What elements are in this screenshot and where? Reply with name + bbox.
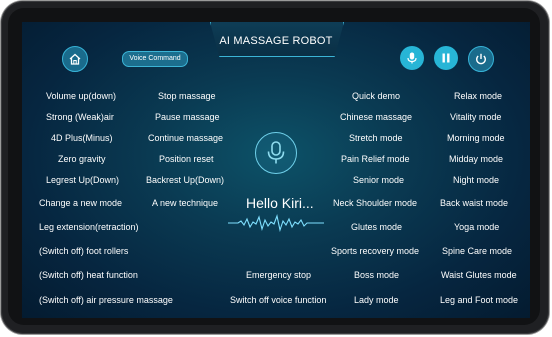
mode-lady[interactable]: Lady mode xyxy=(354,295,399,306)
app-title: AI MASSAGE ROBOT xyxy=(219,35,333,47)
command-change-mode[interactable]: Change a new mode xyxy=(39,198,122,209)
command-backrest[interactable]: Backrest Up(Down) xyxy=(146,175,224,186)
mode-neck-shoulder[interactable]: Neck Shoulder mode xyxy=(333,198,417,209)
home-button[interactable] xyxy=(62,46,88,72)
voice-mic-button[interactable] xyxy=(255,132,297,174)
command-volume[interactable]: Volume up(down) xyxy=(46,91,116,102)
microphone-icon xyxy=(407,52,417,64)
mode-back-waist[interactable]: Back waist mode xyxy=(440,198,508,209)
mode-stretch[interactable]: Stretch mode xyxy=(349,133,403,144)
command-4d[interactable]: 4D Plus(Minus) xyxy=(51,133,113,144)
command-new-technique[interactable]: A new technique xyxy=(152,198,218,209)
mode-senior[interactable]: Senior mode xyxy=(353,175,404,186)
pause-icon xyxy=(442,53,450,63)
mode-midday[interactable]: Midday mode xyxy=(449,154,503,165)
command-heat[interactable]: (Switch off) heat function xyxy=(39,270,138,281)
command-air-strength[interactable]: Strong (Weak)air xyxy=(46,112,114,123)
mode-yoga[interactable]: Yoga mode xyxy=(454,222,499,233)
mode-spine-care[interactable]: Spine Care mode xyxy=(442,246,512,257)
power-button[interactable] xyxy=(468,46,494,72)
sound-wave-icon xyxy=(228,214,324,232)
mode-boss[interactable]: Boss mode xyxy=(354,270,399,281)
command-leg-extension[interactable]: Leg extension(retraction) xyxy=(39,222,139,233)
voice-command-button[interactable]: Voice Command xyxy=(122,51,188,67)
mode-quick-demo[interactable]: Quick demo xyxy=(352,91,400,102)
mode-waist-glutes[interactable]: Waist Glutes mode xyxy=(441,270,517,281)
pause-button[interactable] xyxy=(434,46,458,70)
greeting-text: Hello Kiri... xyxy=(246,195,314,211)
command-legrest[interactable]: Legrest Up(Down) xyxy=(46,175,119,186)
command-continue-massage[interactable]: Continue massage xyxy=(148,133,223,144)
microphone-icon xyxy=(267,141,285,164)
mode-sports-recovery[interactable]: Sports recovery mode xyxy=(331,246,419,257)
command-pause-massage[interactable]: Pause massage xyxy=(155,112,220,123)
command-emergency-stop[interactable]: Emergency stop xyxy=(246,270,311,281)
mode-relax[interactable]: Relax mode xyxy=(454,91,502,102)
mic-button[interactable] xyxy=(400,46,424,70)
mode-morning[interactable]: Morning mode xyxy=(447,133,505,144)
command-foot-rollers[interactable]: (Switch off) foot rollers xyxy=(39,246,128,257)
mode-pain-relief[interactable]: Pain Relief mode xyxy=(341,154,410,165)
mode-leg-foot[interactable]: Leg and Foot mode xyxy=(440,295,518,306)
home-icon xyxy=(69,53,81,65)
command-switch-off-voice[interactable]: Switch off voice function xyxy=(230,295,326,306)
mode-chinese-massage[interactable]: Chinese massage xyxy=(340,112,412,123)
mode-vitality[interactable]: Vitality mode xyxy=(450,112,501,123)
command-position-reset[interactable]: Position reset xyxy=(159,154,214,165)
command-stop-massage[interactable]: Stop massage xyxy=(158,91,216,102)
mode-night[interactable]: Night mode xyxy=(453,175,499,186)
power-icon xyxy=(476,53,486,65)
command-zero-gravity[interactable]: Zero gravity xyxy=(58,154,106,165)
command-air-pressure[interactable]: (Switch off) air pressure massage xyxy=(39,295,173,306)
mode-glutes[interactable]: Glutes mode xyxy=(351,222,402,233)
